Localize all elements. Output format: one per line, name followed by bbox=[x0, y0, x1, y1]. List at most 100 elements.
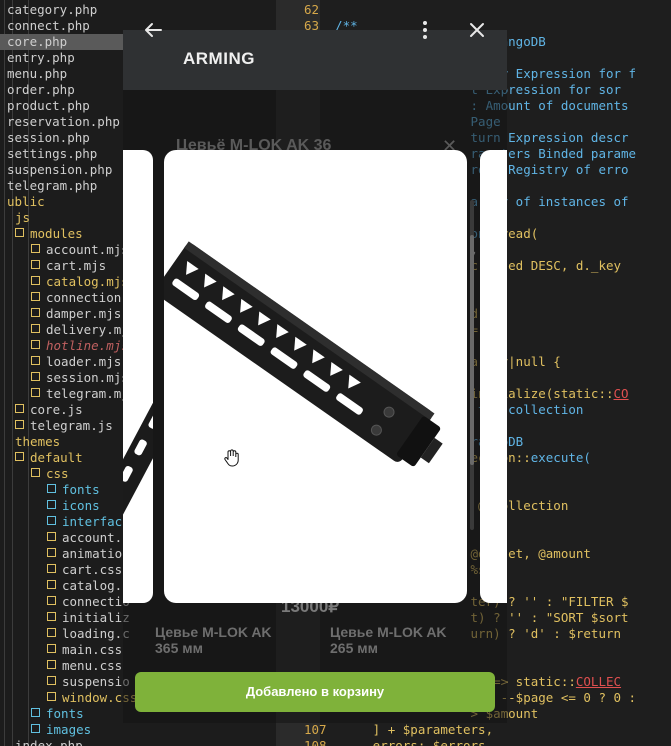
tree-folder[interactable]: images bbox=[0, 722, 276, 738]
tree-item-label: hotline.mjs bbox=[46, 338, 129, 353]
code-line[interactable]: 108 errors: $errors bbox=[280, 738, 671, 746]
file-icon bbox=[47, 548, 56, 557]
dialog-scrollbar[interactable] bbox=[470, 235, 474, 465]
folder-expand-icon bbox=[31, 724, 40, 733]
code-token: COLLEC bbox=[575, 674, 622, 689]
tree-item-label: loading.c bbox=[62, 626, 130, 641]
tree-item-label: js bbox=[15, 210, 31, 225]
tree-item-label: connectio bbox=[62, 594, 130, 609]
tree-item-label: damper.mjs bbox=[46, 306, 122, 321]
tree-item-label: modules bbox=[30, 226, 83, 241]
tree-item-label: suspension.php bbox=[7, 162, 113, 177]
folder-expand-icon bbox=[47, 516, 56, 525]
tree-item-label: telegram.js bbox=[30, 418, 113, 433]
tree-item-label: fonts bbox=[62, 482, 100, 497]
line-number: 62 bbox=[304, 2, 320, 17]
handguard-product-image bbox=[164, 241, 443, 467]
file-icon bbox=[47, 628, 56, 637]
code-token: CO bbox=[613, 386, 629, 401]
tree-item-label: main.css bbox=[62, 642, 123, 657]
tree-item-label: interface bbox=[62, 514, 130, 529]
tree-item-label: session.mjs bbox=[46, 370, 129, 385]
file-icon bbox=[47, 580, 56, 589]
tree-file[interactable]: category.php bbox=[0, 2, 276, 18]
file-icon bbox=[47, 532, 56, 541]
gallery-slide-next[interactable] bbox=[480, 150, 507, 603]
file-icon bbox=[31, 260, 40, 269]
folder-expand-icon bbox=[47, 500, 56, 509]
tree-item-label: settings.php bbox=[7, 146, 98, 161]
folder-expand-icon bbox=[31, 468, 40, 477]
file-icon bbox=[15, 420, 24, 429]
file-icon bbox=[31, 276, 40, 285]
tree-item-label: images bbox=[46, 722, 92, 737]
background-item-name: Цевье M-LOK AK bbox=[330, 624, 447, 640]
file-icon bbox=[31, 356, 40, 365]
kebab-menu-icon[interactable] bbox=[413, 18, 437, 42]
add-to-cart-button[interactable]: Добавлено в корзину bbox=[135, 672, 495, 712]
tree-item-label: reservation.php bbox=[7, 114, 120, 129]
tree-file[interactable]: index.php bbox=[0, 738, 276, 746]
tree-item-label: menu.php bbox=[7, 66, 68, 81]
file-icon bbox=[47, 676, 56, 685]
tree-item-label: ublic bbox=[7, 194, 45, 209]
code-token: execute( bbox=[530, 450, 591, 465]
tree-item-label: themes bbox=[15, 434, 61, 449]
product-image-slide[interactable] bbox=[164, 150, 467, 603]
file-icon bbox=[31, 292, 40, 301]
tree-item-label: icons bbox=[62, 498, 100, 513]
file-icon bbox=[31, 324, 40, 333]
tree-item-label: product.php bbox=[7, 98, 90, 113]
tree-item-label: default bbox=[30, 450, 83, 465]
arrow-left-icon[interactable] bbox=[141, 18, 165, 42]
file-icon bbox=[47, 612, 56, 621]
tree-item-label: animation bbox=[62, 546, 130, 561]
background-item-size: 265 мм bbox=[330, 640, 378, 656]
file-icon bbox=[15, 404, 24, 413]
tree-item-label: entry.php bbox=[7, 50, 75, 65]
code-line[interactable]: 107 ] + $parameters, bbox=[280, 722, 671, 738]
file-icon bbox=[47, 596, 56, 605]
gallery-slide-previous[interactable] bbox=[123, 150, 153, 603]
code-token: ] + $parameters, bbox=[320, 722, 494, 737]
tree-item-label: loader.mjs bbox=[46, 354, 122, 369]
file-icon bbox=[47, 660, 56, 669]
folder-expand-icon bbox=[15, 228, 24, 237]
close-icon[interactable] bbox=[465, 18, 489, 42]
tree-item-label: index.php bbox=[15, 738, 83, 746]
folder-expand-icon bbox=[31, 708, 40, 717]
tree-item-label: telegram.mj bbox=[46, 386, 129, 401]
gallery-header bbox=[123, 30, 507, 90]
file-icon bbox=[31, 372, 40, 381]
file-icon bbox=[47, 564, 56, 573]
background-item-name: Цевье M-LOK AK bbox=[155, 624, 272, 640]
file-icon bbox=[47, 692, 56, 701]
hand-cursor-icon bbox=[223, 449, 239, 467]
file-icon bbox=[31, 244, 40, 253]
tree-item-label: fonts bbox=[46, 706, 84, 721]
tree-item-label: catalog.mjs bbox=[46, 274, 129, 289]
file-icon bbox=[31, 388, 40, 397]
folder-expand-icon bbox=[47, 484, 56, 493]
folder-expand-icon bbox=[15, 452, 24, 461]
tree-item-label: account.c bbox=[62, 530, 130, 545]
code-line[interactable]: 62 bbox=[280, 2, 671, 18]
background-item-size: 365 мм bbox=[155, 640, 203, 656]
tree-item-label: core.js bbox=[30, 402, 83, 417]
tree-item-label: telegram.php bbox=[7, 178, 98, 193]
code-token: errors: $errors bbox=[320, 738, 486, 746]
line-number: 108 bbox=[304, 738, 327, 746]
tree-item-label: connect.php bbox=[7, 18, 90, 33]
file-icon bbox=[31, 340, 40, 349]
file-icon bbox=[31, 308, 40, 317]
tree-item-label: menu.css bbox=[62, 658, 123, 673]
tree-item-label: category.php bbox=[7, 2, 98, 17]
tree-item-label: css bbox=[46, 466, 69, 481]
tree-item-label: order.php bbox=[7, 82, 75, 97]
tree-item-label: cart.css bbox=[62, 562, 123, 577]
tree-item-label: session.php bbox=[7, 130, 90, 145]
tree-item-label: delivery.mj bbox=[46, 322, 129, 337]
file-icon bbox=[47, 644, 56, 653]
tree-item-label: core.php bbox=[7, 34, 68, 49]
tree-item-label: suspensio bbox=[62, 674, 130, 689]
